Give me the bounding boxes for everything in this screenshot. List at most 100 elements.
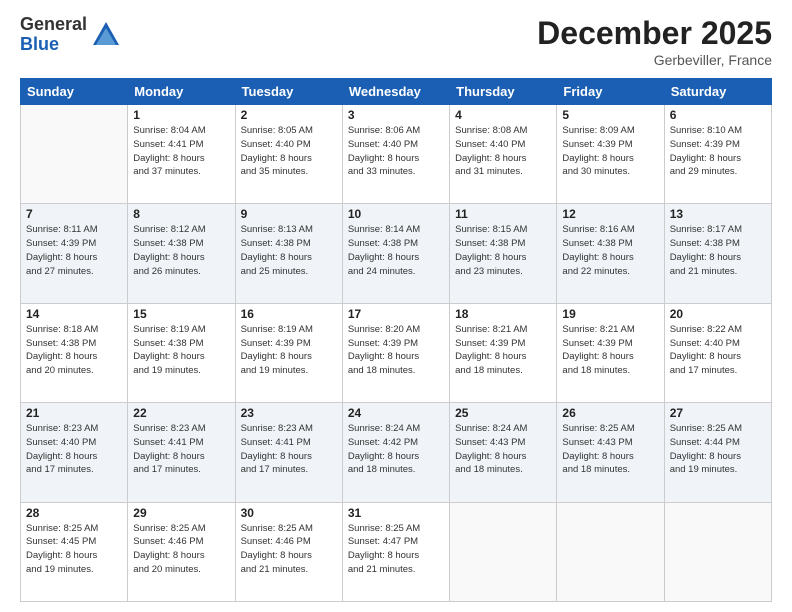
day-number: 22 (133, 406, 229, 420)
day-info: Sunrise: 8:25 AM Sunset: 4:46 PM Dayligh… (241, 522, 337, 577)
day-number: 11 (455, 207, 551, 221)
day-info: Sunrise: 8:16 AM Sunset: 4:38 PM Dayligh… (562, 223, 658, 278)
table-row: 19 Sunrise: 8:21 AM Sunset: 4:39 PM Dayli… (557, 303, 664, 402)
day-info: Sunrise: 8:21 AM Sunset: 4:39 PM Dayligh… (562, 323, 658, 378)
day-info: Sunrise: 8:22 AM Sunset: 4:40 PM Dayligh… (670, 323, 766, 378)
table-row: 15Sunrise: 8:19 AM Sunset: 4:38 PM Dayli… (128, 303, 235, 402)
day-number: 28 (26, 506, 122, 520)
calendar-week-row: 21 Sunrise: 8:23 AM Sunset: 4:40 PM Dayli… (21, 403, 772, 502)
day-number: 16 (241, 307, 337, 321)
table-row: 28 Sunrise: 8:25 AM Sunset: 4:45 PM Dayli… (21, 502, 128, 601)
logo-icon (91, 20, 121, 50)
col-monday: Monday (128, 79, 235, 105)
table-row: 7 Sunrise: 8:11 AM Sunset: 4:39 PM Daylig… (21, 204, 128, 303)
table-row: 3 Sunrise: 8:06 AM Sunset: 4:40 PM Daylig… (342, 105, 449, 204)
day-info: Sunrise: 8:11 AM Sunset: 4:39 PM Dayligh… (26, 223, 122, 278)
day-info: Sunrise: 8:13 AM Sunset: 4:38 PM Dayligh… (241, 223, 337, 278)
day-number: 31 (348, 506, 444, 520)
day-info: Sunrise: 8:09 AM Sunset: 4:39 PM Dayligh… (562, 124, 658, 179)
day-info: Sunrise: 8:19 AM Sunset: 4:39 PM Dayligh… (241, 323, 337, 378)
calendar-header-row: Sunday Monday Tuesday Wednesday Thursday… (21, 79, 772, 105)
day-number: 26 (562, 406, 658, 420)
day-number: 14 (26, 307, 122, 321)
day-number: 1 (133, 108, 229, 122)
day-info: Sunrise: 8:25 AM Sunset: 4:44 PM Dayligh… (670, 422, 766, 477)
table-row: 5 Sunrise: 8:09 AM Sunset: 4:39 PM Daylig… (557, 105, 664, 204)
day-number: 25 (455, 406, 551, 420)
day-info: Sunrise: 8:24 AM Sunset: 4:43 PM Dayligh… (455, 422, 551, 477)
day-number: 12 (562, 207, 658, 221)
table-row: 12 Sunrise: 8:16 AM Sunset: 4:38 PM Dayli… (557, 204, 664, 303)
day-info: Sunrise: 8:15 AM Sunset: 4:38 PM Dayligh… (455, 223, 551, 278)
day-info: Sunrise: 8:21 AM Sunset: 4:39 PM Dayligh… (455, 323, 551, 378)
day-number: 2 (241, 108, 337, 122)
day-number: 4 (455, 108, 551, 122)
calendar-week-row: 14Sunrise: 8:18 AM Sunset: 4:38 PM Dayli… (21, 303, 772, 402)
day-number: 13 (670, 207, 766, 221)
page: General Blue December 2025 Gerbeviller, … (0, 0, 792, 612)
day-number: 5 (562, 108, 658, 122)
day-number: 8 (133, 207, 229, 221)
day-number: 18 (455, 307, 551, 321)
location: Gerbeviller, France (537, 52, 772, 68)
logo: General Blue (20, 15, 121, 55)
day-number: 21 (26, 406, 122, 420)
day-info: Sunrise: 8:10 AM Sunset: 4:39 PM Dayligh… (670, 124, 766, 179)
day-number: 6 (670, 108, 766, 122)
day-info: Sunrise: 8:24 AM Sunset: 4:42 PM Dayligh… (348, 422, 444, 477)
table-row: 23 Sunrise: 8:23 AM Sunset: 4:41 PM Dayli… (235, 403, 342, 502)
calendar-week-row: 1 Sunrise: 8:04 AM Sunset: 4:41 PM Daylig… (21, 105, 772, 204)
day-number: 17 (348, 307, 444, 321)
table-row: 26 Sunrise: 8:25 AM Sunset: 4:43 PM Dayli… (557, 403, 664, 502)
day-info: Sunrise: 8:23 AM Sunset: 4:40 PM Dayligh… (26, 422, 122, 477)
day-info: Sunrise: 8:25 AM Sunset: 4:43 PM Dayligh… (562, 422, 658, 477)
day-info: Sunrise: 8:04 AM Sunset: 4:41 PM Dayligh… (133, 124, 229, 179)
day-info: Sunrise: 8:25 AM Sunset: 4:46 PM Dayligh… (133, 522, 229, 577)
logo-general: General (20, 15, 87, 35)
col-tuesday: Tuesday (235, 79, 342, 105)
calendar-week-row: 28 Sunrise: 8:25 AM Sunset: 4:45 PM Dayli… (21, 502, 772, 601)
table-row: 9Sunrise: 8:13 AM Sunset: 4:38 PM Daylig… (235, 204, 342, 303)
col-friday: Friday (557, 79, 664, 105)
day-info: Sunrise: 8:14 AM Sunset: 4:38 PM Dayligh… (348, 223, 444, 278)
calendar-table: Sunday Monday Tuesday Wednesday Thursday… (20, 78, 772, 602)
day-number: 3 (348, 108, 444, 122)
day-number: 20 (670, 307, 766, 321)
table-row: 25 Sunrise: 8:24 AM Sunset: 4:43 PM Dayli… (450, 403, 557, 502)
day-number: 23 (241, 406, 337, 420)
day-info: Sunrise: 8:06 AM Sunset: 4:40 PM Dayligh… (348, 124, 444, 179)
table-row: 11 Sunrise: 8:15 AM Sunset: 4:38 PM Dayli… (450, 204, 557, 303)
col-wednesday: Wednesday (342, 79, 449, 105)
table-row: 20 Sunrise: 8:22 AM Sunset: 4:40 PM Dayli… (664, 303, 771, 402)
table-row (450, 502, 557, 601)
day-info: Sunrise: 8:17 AM Sunset: 4:38 PM Dayligh… (670, 223, 766, 278)
table-row: 30Sunrise: 8:25 AM Sunset: 4:46 PM Dayli… (235, 502, 342, 601)
header: General Blue December 2025 Gerbeviller, … (20, 15, 772, 68)
table-row (21, 105, 128, 204)
table-row: 29Sunrise: 8:25 AM Sunset: 4:46 PM Dayli… (128, 502, 235, 601)
day-number: 7 (26, 207, 122, 221)
table-row: 13 Sunrise: 8:17 AM Sunset: 4:38 PM Dayli… (664, 204, 771, 303)
day-info: Sunrise: 8:23 AM Sunset: 4:41 PM Dayligh… (241, 422, 337, 477)
col-thursday: Thursday (450, 79, 557, 105)
table-row: 31Sunrise: 8:25 AM Sunset: 4:47 PM Dayli… (342, 502, 449, 601)
day-info: Sunrise: 8:23 AM Sunset: 4:41 PM Dayligh… (133, 422, 229, 477)
title-block: December 2025 Gerbeviller, France (537, 15, 772, 68)
table-row: 27 Sunrise: 8:25 AM Sunset: 4:44 PM Dayli… (664, 403, 771, 502)
day-number: 10 (348, 207, 444, 221)
day-info: Sunrise: 8:12 AM Sunset: 4:38 PM Dayligh… (133, 223, 229, 278)
table-row: 21 Sunrise: 8:23 AM Sunset: 4:40 PM Dayli… (21, 403, 128, 502)
table-row: 8 Sunrise: 8:12 AM Sunset: 4:38 PM Daylig… (128, 204, 235, 303)
day-info: Sunrise: 8:25 AM Sunset: 4:45 PM Dayligh… (26, 522, 122, 577)
day-info: Sunrise: 8:08 AM Sunset: 4:40 PM Dayligh… (455, 124, 551, 179)
table-row: 17 Sunrise: 8:20 AM Sunset: 4:39 PM Dayli… (342, 303, 449, 402)
day-info: Sunrise: 8:20 AM Sunset: 4:39 PM Dayligh… (348, 323, 444, 378)
day-number: 27 (670, 406, 766, 420)
col-sunday: Sunday (21, 79, 128, 105)
table-row: 10 Sunrise: 8:14 AM Sunset: 4:38 PM Dayli… (342, 204, 449, 303)
day-number: 19 (562, 307, 658, 321)
day-number: 24 (348, 406, 444, 420)
table-row: 14Sunrise: 8:18 AM Sunset: 4:38 PM Dayli… (21, 303, 128, 402)
day-number: 15 (133, 307, 229, 321)
calendar-week-row: 7 Sunrise: 8:11 AM Sunset: 4:39 PM Daylig… (21, 204, 772, 303)
